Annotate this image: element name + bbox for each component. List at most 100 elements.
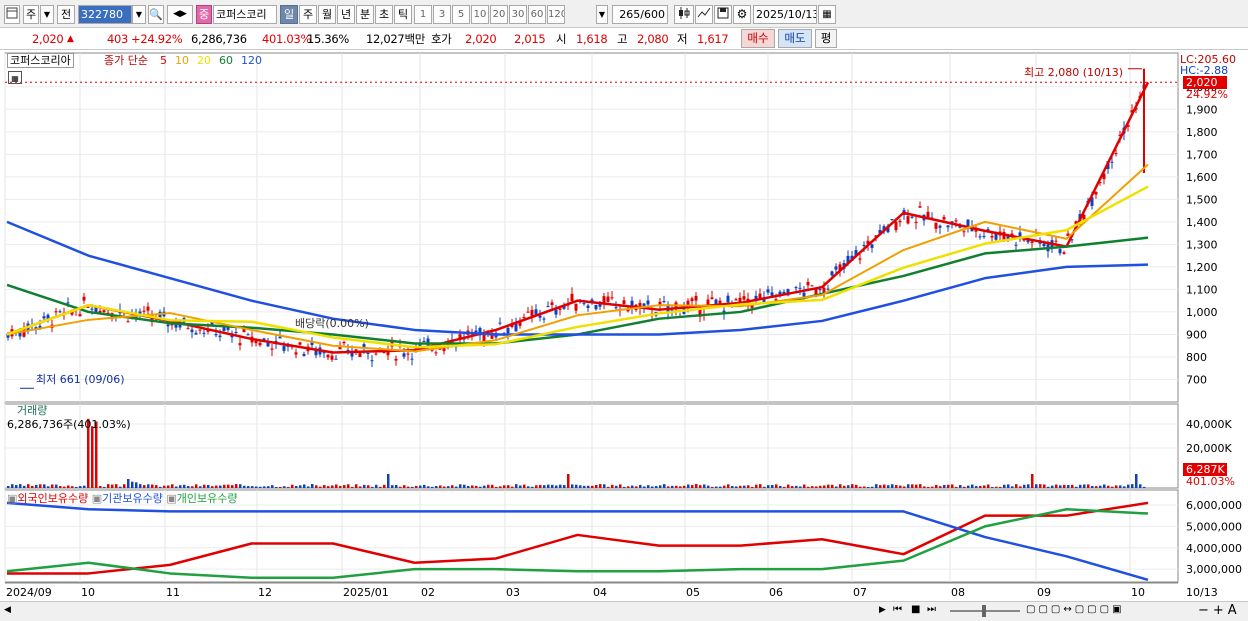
volume-bar	[683, 485, 686, 488]
interval-dropdown-icon[interactable]: ▼	[596, 5, 608, 24]
code-dropdown-icon[interactable]: ▼	[132, 5, 146, 24]
trend-icon[interactable]	[695, 5, 713, 24]
volume-bar	[15, 485, 18, 488]
period-tab-1[interactable]: 주	[299, 5, 317, 24]
price-tick: 1,600	[1186, 171, 1218, 184]
volume-bar	[267, 486, 270, 488]
candle-body	[166, 324, 170, 327]
chart-area[interactable]: 2,0001,9001,8001,7001,6001,5001,4001,300…	[0, 50, 1248, 621]
candle-body	[326, 354, 330, 358]
stop-icon[interactable]: ■	[911, 604, 920, 615]
volume-bar	[139, 484, 142, 488]
candle-body	[434, 352, 438, 354]
market-sub[interactable]: 전	[57, 5, 75, 24]
calendar-icon[interactable]: ▦	[818, 5, 836, 24]
volume-bar	[763, 486, 766, 488]
candle-body	[394, 358, 398, 361]
volume-bar	[831, 484, 834, 488]
volume-bar	[47, 486, 50, 488]
volume-bar	[519, 485, 522, 488]
volume-bar	[119, 486, 122, 488]
stock-name: 코퍼스코리	[213, 5, 277, 24]
eval-button[interactable]: 평	[815, 29, 837, 48]
code-input[interactable]: 322780	[78, 5, 132, 24]
search-icon[interactable]: 🔍	[148, 5, 164, 24]
volume-bar	[687, 484, 690, 488]
volume-bar	[931, 486, 934, 488]
volume-bar	[55, 484, 58, 488]
volume-bar	[283, 486, 286, 488]
volume-bar	[1027, 484, 1030, 488]
chart-scrollbar[interactable]: ◀ ▶ ⏮ ■ ⏭ ▢▢▢↔▢▢▢▣ −+A	[0, 601, 1248, 621]
volume-bar	[179, 485, 182, 488]
volume-bar	[707, 485, 710, 488]
save-icon[interactable]	[714, 5, 732, 24]
volume-bar	[1091, 485, 1094, 488]
volume-bar	[287, 486, 290, 488]
zoom-controls-icon[interactable]: −+A	[1198, 603, 1241, 618]
interval-tab-10[interactable]: 10	[471, 5, 489, 24]
period-tab-5[interactable]: 초	[375, 5, 393, 24]
volume-bar	[839, 484, 842, 488]
x-axis-label: 11	[166, 586, 180, 599]
interval-tab-5[interactable]: 5	[452, 5, 470, 24]
interval-tab-60[interactable]: 60	[528, 5, 546, 24]
interval-tab-20[interactable]: 20	[490, 5, 508, 24]
forward-icon[interactable]: ⏭	[927, 604, 936, 615]
period-tab-4[interactable]: 분	[356, 5, 374, 24]
chart-icon[interactable]	[4, 5, 20, 24]
volume-bar	[635, 486, 638, 488]
buy-button[interactable]: 매수	[741, 29, 775, 48]
volume-bar	[163, 485, 166, 488]
candle-body	[542, 318, 546, 320]
market-dropdown-icon[interactable]: ▼	[40, 5, 54, 24]
zoom-slider-handle[interactable]	[982, 605, 986, 617]
market-select[interactable]: 주	[23, 5, 39, 24]
volume-bar	[1003, 484, 1006, 488]
volume-bar	[227, 484, 230, 488]
volume-bar	[483, 485, 486, 488]
volume-bar	[851, 484, 854, 488]
volume-bar	[611, 484, 614, 488]
candle-body	[1014, 244, 1018, 246]
volume-bar	[699, 485, 702, 488]
sell-button[interactable]: 매도	[778, 29, 812, 48]
volume-bar	[419, 485, 422, 488]
volume-bar	[63, 486, 66, 488]
volume-bar	[143, 485, 146, 488]
interval-tab-30[interactable]: 30	[509, 5, 527, 24]
scroll-left-icon[interactable]: ◀	[4, 605, 11, 615]
scroll-right-icon[interactable]: ▶	[879, 605, 886, 615]
candle-body	[482, 334, 486, 342]
view-tools-icon[interactable]: ▢▢▢↔▢▢▢▣	[1026, 604, 1125, 615]
count-field[interactable]: 265/600	[612, 5, 668, 24]
dividend-annotation: 배당락(0.00%)	[295, 317, 369, 330]
interval-tab-120[interactable]: 120	[547, 5, 565, 24]
volume-bar	[427, 486, 430, 488]
period-tab-2[interactable]: 월	[318, 5, 336, 24]
interval-tab-3[interactable]: 3	[433, 5, 451, 24]
volume-bar	[355, 484, 358, 488]
date-input[interactable]: 2025/10/13	[753, 5, 817, 24]
candle-icon[interactable]	[674, 5, 694, 24]
period-tab-6[interactable]: 틱	[394, 5, 412, 24]
volume-bar	[371, 486, 374, 488]
x-axis-label: 08	[951, 586, 965, 599]
gear-icon[interactable]: ⚙	[733, 5, 751, 24]
volume-bar	[835, 486, 838, 488]
table-icon[interactable]: ▦	[8, 71, 22, 84]
x-axis-label: 07	[853, 586, 867, 599]
period-tab-0[interactable]: 일	[280, 5, 298, 24]
period-tab-3[interactable]: 년	[337, 5, 355, 24]
volume-bar	[703, 484, 706, 488]
volume-bar	[411, 486, 414, 488]
rewind-icon[interactable]: ⏮	[893, 604, 902, 615]
candle-body	[90, 308, 94, 310]
volume-bar	[639, 484, 642, 488]
volume-bar	[351, 486, 354, 488]
prev-next-icon[interactable]: ◀▶	[167, 5, 193, 24]
volume-bar	[987, 484, 990, 488]
volume-bar	[331, 485, 334, 488]
interval-tab-1[interactable]: 1	[414, 5, 432, 24]
volume-bar	[107, 484, 110, 488]
